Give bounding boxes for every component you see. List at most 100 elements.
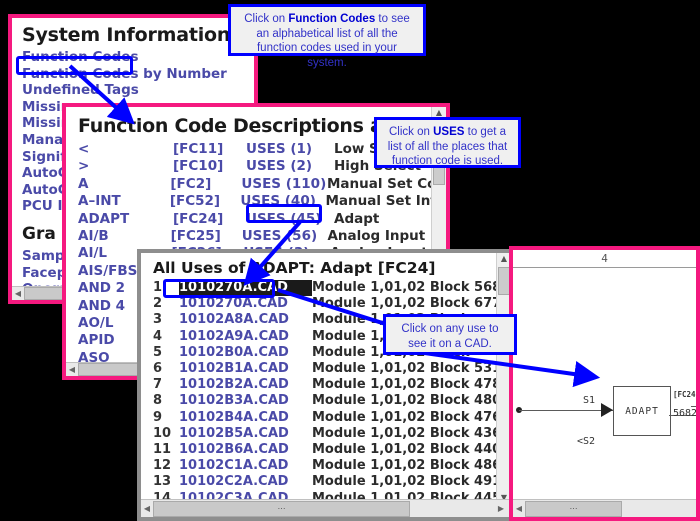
list-item[interactable]: 12 10102C1A.CAD Module 1,01,02 Block 486…: [141, 458, 511, 474]
callout-text-bold: Function Codes: [288, 13, 376, 25]
fc-uses-link[interactable]: USES (56): [242, 228, 328, 245]
cad-location: Module 1,01,02 Block 4762: [312, 409, 511, 425]
fc-description: Manual Set Con: [326, 175, 446, 192]
fc-code: [FC24]: [173, 210, 224, 227]
list-item[interactable]: 10 10102B5A.CAD Module 1,01,02 Block 436…: [141, 426, 511, 442]
fc-code: [FC2]: [170, 175, 212, 192]
fc-name: A: [78, 175, 89, 192]
scroll-right-icon[interactable]: ▶: [495, 504, 507, 513]
row-index: 11: [153, 442, 172, 458]
row-index: 2: [153, 296, 163, 312]
fc-uses-link[interactable]: USES (2): [246, 158, 334, 175]
scrollbar-thumb[interactable]: ⋯: [153, 500, 410, 517]
cad-file-name[interactable]: 10102B4A.CAD: [179, 410, 312, 426]
block-number: 5682: [673, 408, 696, 419]
list-item[interactable]: 6 10102B1A.CAD Module 1,01,02 Block 5314: [141, 361, 511, 377]
highlight-ring-cad-file: [163, 279, 275, 298]
output-line-upper: [691, 406, 696, 407]
cad-location: Module 1,01,02 Block 5314: [312, 361, 511, 377]
callout-text-post: Click on any use to see it on a CAD.: [401, 323, 499, 350]
cad-location: Module 1,01,02 Block 4807: [312, 393, 511, 409]
input-label-s2: <S2: [577, 436, 596, 447]
fc-name: >: [78, 158, 90, 175]
block-function-code: [FC24]: [673, 390, 696, 399]
scroll-left-icon[interactable]: ◀: [66, 365, 78, 374]
callout-text-bold: USES: [433, 126, 465, 138]
highlight-ring-uses-45: [246, 204, 322, 223]
fc-uses-link[interactable]: USES (1): [246, 141, 334, 158]
cad-location: Module 1,01,02 Block 4363: [312, 425, 511, 441]
cad-location: Module 1,01,02 Block 4916: [312, 474, 511, 490]
cad-file-name[interactable]: 10102B0A.CAD: [179, 345, 312, 361]
row-index: 13: [153, 474, 172, 490]
fc-code: [FC10]: [173, 158, 224, 175]
fc-uses-link[interactable]: USES (110): [241, 176, 327, 193]
cad-file-name[interactable]: 10102B1A.CAD: [179, 361, 312, 377]
scroll-left-icon[interactable]: ◀: [12, 289, 24, 298]
callout-uses: Click on USES to get a list of all the p…: [374, 117, 521, 168]
fc-name: <: [78, 141, 90, 157]
input-label-s1: S1: [583, 395, 596, 406]
scroll-left-icon[interactable]: ◀: [141, 504, 153, 513]
cad-canvas[interactable]: S1 <S2 ADAPT [FC24] 5682 faceplate: [513, 268, 696, 517]
cad-content: 4 S1 <S2 ADAPT [FC24] 5682 faceplate ◀ ⋯: [513, 250, 696, 517]
row-index: 3: [153, 312, 163, 328]
list-item[interactable]: 8 10102B3A.CAD Module 1,01,02 Block 4807: [141, 393, 511, 409]
row-index: 10: [153, 425, 172, 441]
scrollbar-thumb[interactable]: ⋯: [525, 500, 622, 517]
row-index: 4: [153, 328, 163, 344]
signal-line: [519, 410, 613, 411]
fc-code: [FC52]: [169, 193, 221, 210]
row-index: 7: [153, 377, 163, 393]
cad-location: Module 1,01,02 Block 5682: [312, 280, 511, 295]
horizontal-scrollbar-all-uses[interactable]: ◀ ⋯ ▶: [141, 499, 511, 517]
cad-file-name[interactable]: 10102B2A.CAD: [179, 377, 312, 393]
row-index: 9: [153, 409, 163, 425]
list-item[interactable]: 13 10102C2A.CAD Module 1,01,02 Block 491…: [141, 474, 511, 490]
cad-location: Module 1,01,02 Block 4867: [312, 458, 511, 474]
horizontal-scrollbar-cad[interactable]: ◀ ⋯: [513, 499, 696, 517]
cad-location: Module 1,01,02 Block 4405: [312, 442, 511, 458]
fc-description: Analog Input (P: [327, 228, 446, 245]
callout-text-pre: Click on: [389, 126, 434, 138]
fc-description: Adapt: [334, 210, 380, 227]
table-row[interactable]: A [FC2] USES (110) Manual Set Con: [66, 176, 446, 193]
table-row[interactable]: AI/B [FC25] USES (56) Analog Input (P: [66, 228, 446, 245]
callout-text-pre: Click on: [244, 13, 289, 25]
callout-cad: Click on any use to see it on a CAD.: [383, 314, 517, 355]
cad-file-name[interactable]: 10102A9A.CAD: [179, 329, 312, 345]
list-item[interactable]: 9 10102B4A.CAD Module 1,01,02 Block 4762: [141, 410, 511, 426]
row-index: 6: [153, 361, 163, 377]
cad-file-name[interactable]: 10102B5A.CAD: [179, 426, 312, 442]
cad-page-number: 4: [601, 252, 608, 265]
highlight-ring-function-codes: [16, 56, 133, 75]
fc-code: [FC11]: [173, 141, 224, 157]
list-item[interactable]: 7 10102B2A.CAD Module 1,01,02 Block 4789: [141, 377, 511, 393]
all-uses-title: All Uses of ADAPT: Adapt [FC24]: [153, 259, 436, 277]
cad-location: Module 1,01,02 Block 4789: [312, 377, 511, 393]
cad-file-name[interactable]: 10102B3A.CAD: [179, 393, 312, 409]
list-item[interactable]: 2 1010270A.CAD Module 1,01,02 Block 6772: [141, 296, 511, 312]
fc-name: AI/B: [78, 228, 109, 245]
callout-function-codes: Click on Function Codes to see an alphab…: [228, 4, 426, 69]
cad-location: Module 1,01,02 Block 6772: [312, 296, 511, 312]
cad-file-name[interactable]: 1010270A.CAD: [179, 296, 312, 312]
link-undefined-tags[interactable]: Undefined Tags: [22, 82, 254, 99]
signal-arrow-icon: [601, 403, 613, 417]
cad-file-name[interactable]: 10102C1A.CAD: [179, 458, 312, 474]
fc-name: ADAPT: [78, 210, 130, 227]
page-title: System Information: [22, 24, 231, 46]
row-index: 12: [153, 458, 172, 474]
scroll-left-icon[interactable]: ◀: [513, 504, 525, 513]
cad-file-name[interactable]: 10102C2A.CAD: [179, 474, 312, 490]
row-index: 5: [153, 344, 163, 360]
fc-name: A–INT: [78, 193, 121, 210]
list-item[interactable]: 11 10102B6A.CAD Module 1,01,02 Block 440…: [141, 442, 511, 458]
fc-code: [FC25]: [170, 228, 221, 245]
row-index: 8: [153, 393, 163, 409]
fc-description: Manual Set Inte: [325, 193, 446, 210]
cad-file-name[interactable]: 10102B6A.CAD: [179, 442, 312, 458]
window-cad-diagram[interactable]: 4 S1 <S2 ADAPT [FC24] 5682 faceplate ◀ ⋯: [509, 246, 700, 521]
cad-file-name[interactable]: 10102A8A.CAD: [179, 312, 312, 328]
adapt-block[interactable]: ADAPT: [613, 386, 671, 436]
